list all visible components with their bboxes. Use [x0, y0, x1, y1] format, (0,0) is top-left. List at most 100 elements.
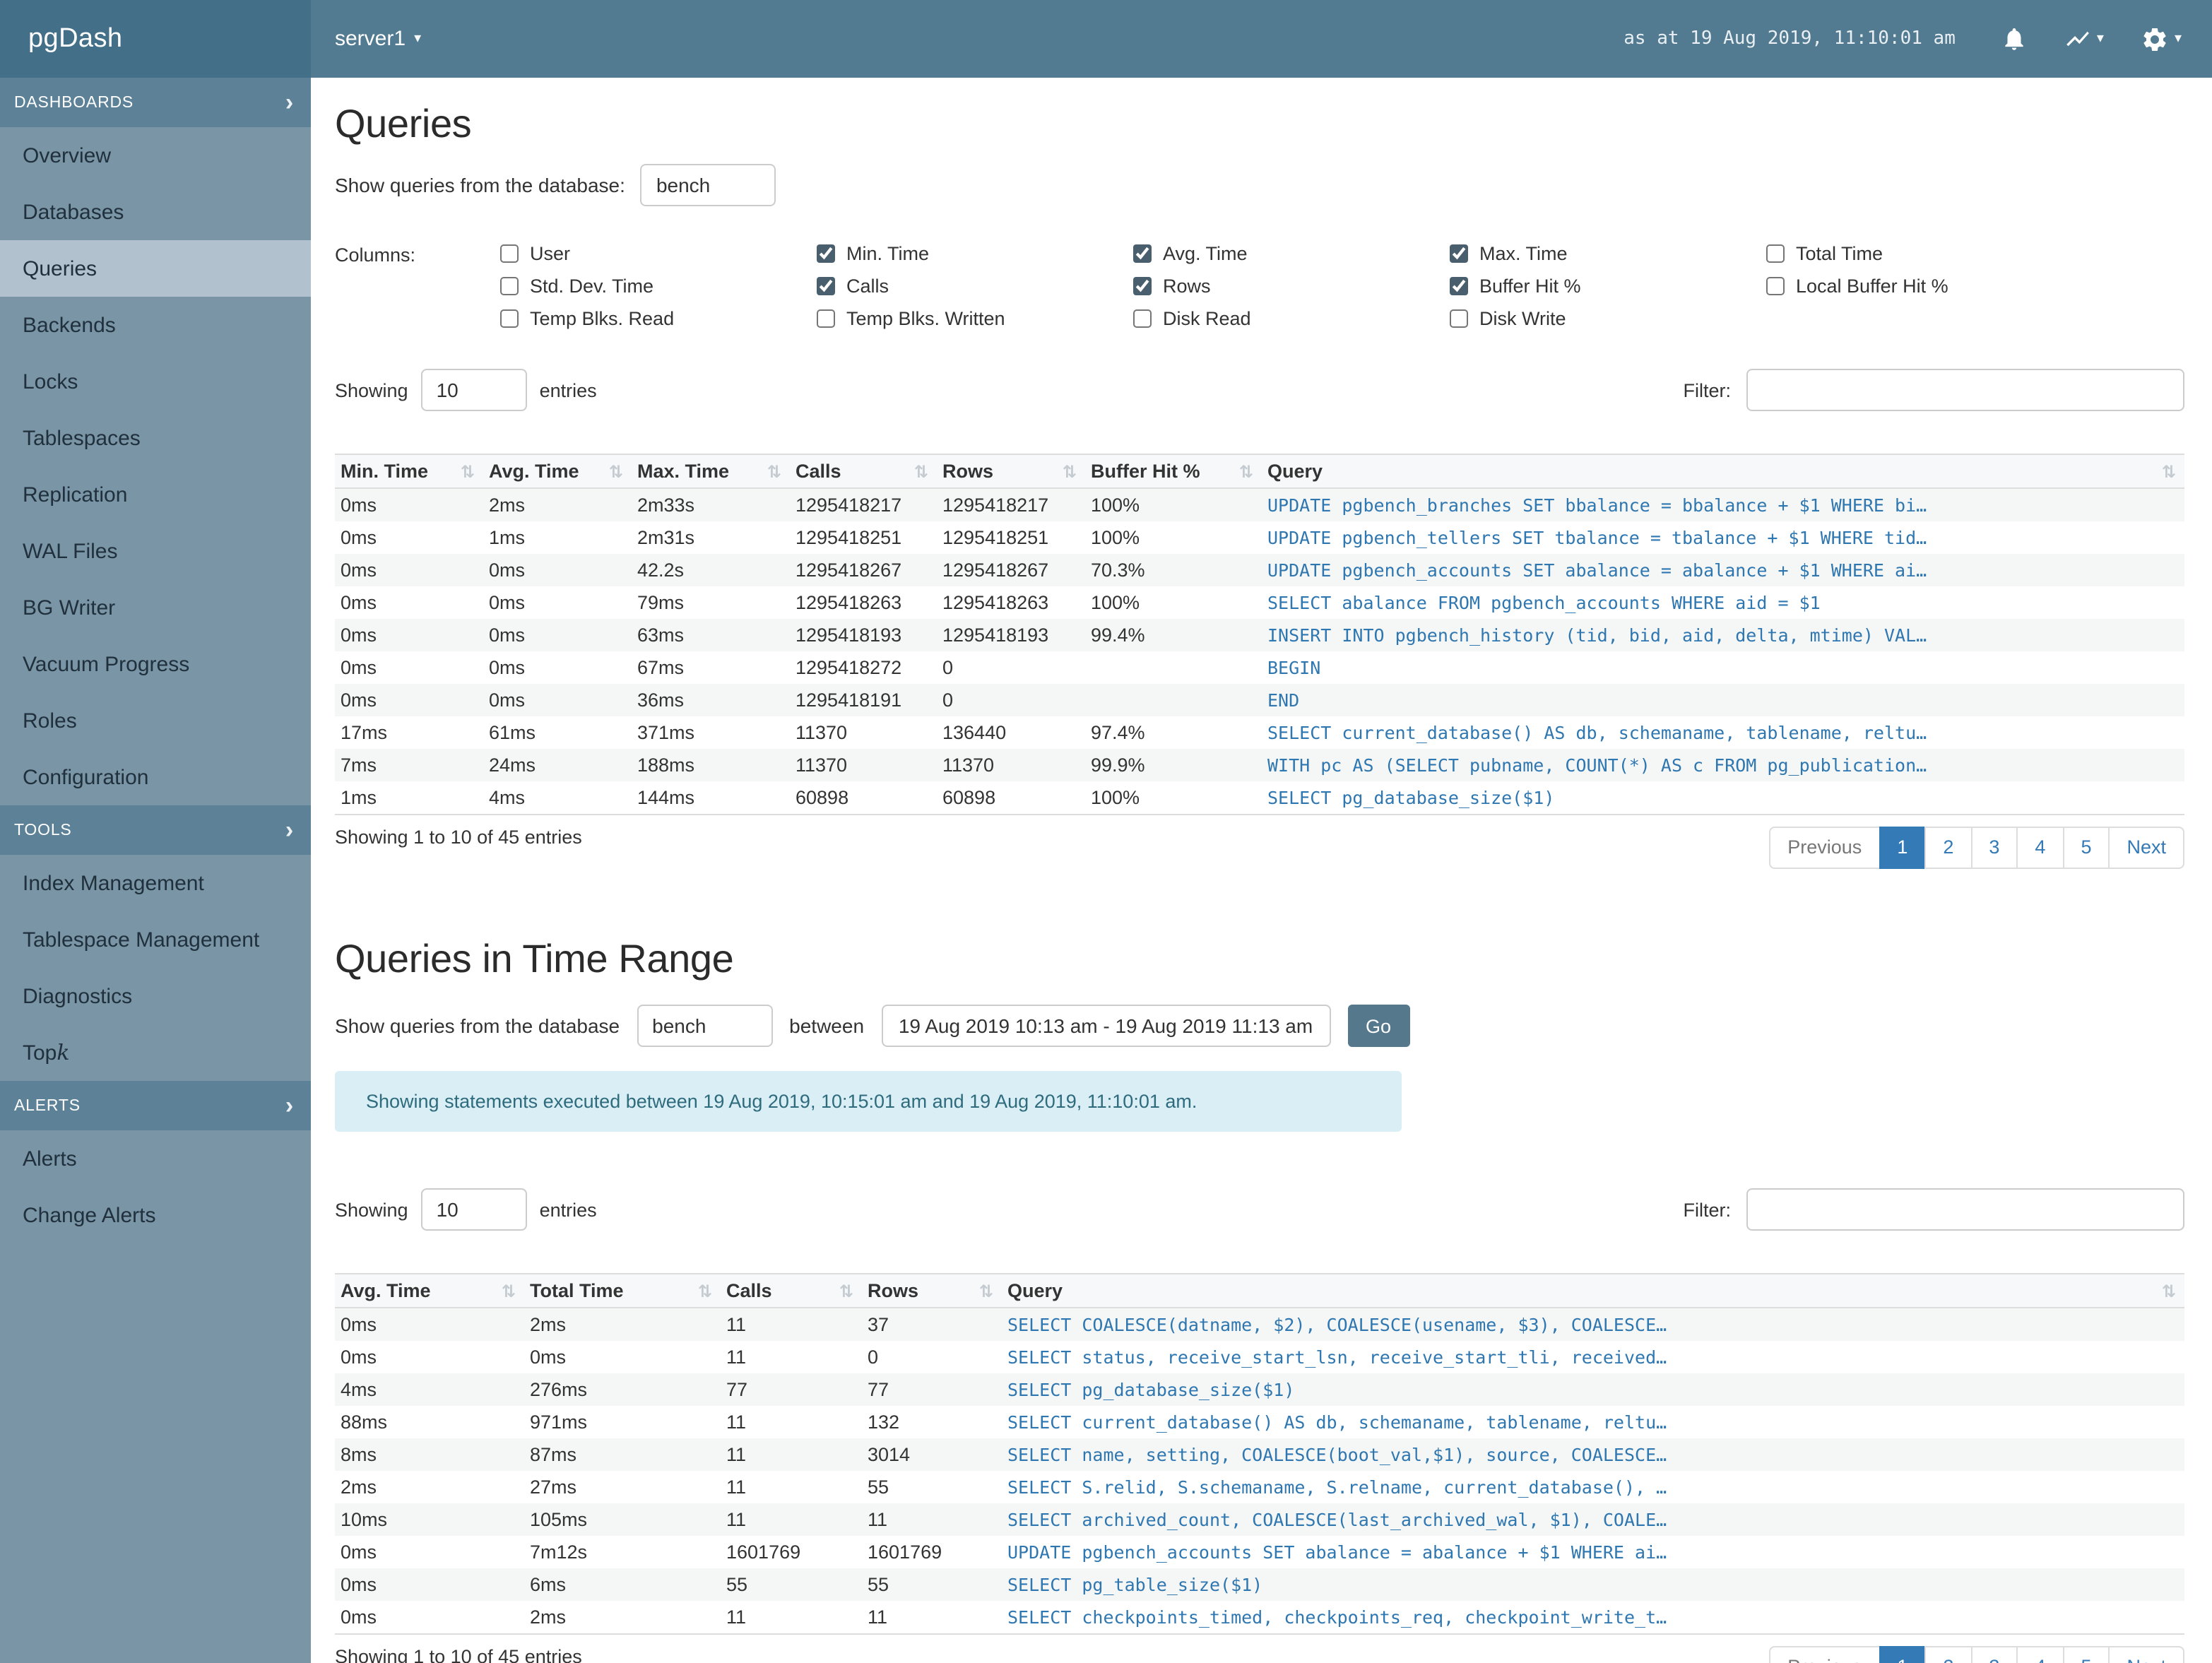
column-toggle-std-dev-time[interactable]: Std. Dev. Time [500, 276, 817, 297]
query-link[interactable]: END [1267, 690, 1299, 711]
column-toggle-temp-blks-read[interactable]: Temp Blks. Read [500, 308, 817, 329]
pagination-page-4[interactable]: 4 [2016, 827, 2064, 870]
column-toggle-buffer-hit[interactable]: Buffer Hit % [1450, 276, 1766, 297]
query-cell[interactable]: WITH pc AS (SELECT pubname, COUNT(*) AS … [1262, 749, 2184, 781]
query-link[interactable]: SELECT COALESCE(datname, $2), COALESCE(u… [1007, 1314, 1667, 1335]
sidebar-item-index-management[interactable]: Index Management [0, 855, 311, 911]
entries-select[interactable] [420, 1188, 527, 1231]
column-header-query[interactable]: Query ⇅ [1002, 1273, 2184, 1309]
pagination-page-4[interactable]: 4 [2016, 1646, 2064, 1663]
sidebar-section-dashboards[interactable]: DASHBOARDS › [0, 78, 311, 127]
query-link[interactable]: SELECT abalance FROM pgbench_accounts WH… [1267, 592, 1821, 613]
sidebar-item-vacuum-progress[interactable]: Vacuum Progress [0, 636, 311, 692]
query-link[interactable]: SELECT archived_count, COALESCE(last_arc… [1007, 1509, 1667, 1530]
column-checkbox[interactable] [1450, 309, 1468, 328]
column-toggle-avg-time[interactable]: Avg. Time [1133, 243, 1450, 264]
column-checkbox[interactable] [1133, 277, 1152, 295]
query-link[interactable]: SELECT current_database() AS db, scheman… [1267, 722, 1927, 743]
column-checkbox[interactable] [1766, 277, 1785, 295]
query-cell[interactable]: SELECT name, setting, COALESCE(boot_val,… [1002, 1438, 2184, 1471]
column-header-buffer-hit[interactable]: Buffer Hit % ⇅ [1085, 454, 1262, 489]
column-checkbox[interactable] [1133, 244, 1152, 263]
query-cell[interactable]: SELECT pg_table_size($1) [1002, 1568, 2184, 1601]
query-link[interactable]: SELECT current_database() AS db, scheman… [1007, 1412, 1667, 1433]
pagination-previous[interactable]: Previous [1769, 827, 1881, 870]
column-checkbox[interactable] [817, 277, 835, 295]
query-cell[interactable]: SELECT current_database() AS db, scheman… [1002, 1406, 2184, 1438]
column-toggle-local-buffer-hit[interactable]: Local Buffer Hit % [1766, 276, 2083, 297]
query-link[interactable]: UPDATE pgbench_accounts SET abalance = a… [1267, 560, 1927, 581]
column-checkbox[interactable] [817, 244, 835, 263]
query-cell[interactable]: BEGIN [1262, 651, 2184, 684]
column-header-total-time[interactable]: Total Time ⇅ [524, 1273, 721, 1309]
column-toggle-rows[interactable]: Rows [1133, 276, 1450, 297]
pagination-page-1[interactable]: 1 [1879, 827, 1927, 870]
query-cell[interactable]: UPDATE pgbench_tellers SET tbalance = tb… [1262, 521, 2184, 554]
sidebar-item-databases[interactable]: Databases [0, 184, 311, 240]
brand-logo[interactable]: pgDash [0, 0, 311, 78]
query-cell[interactable]: SELECT S.relid, S.schemaname, S.relname,… [1002, 1471, 2184, 1503]
query-cell[interactable]: UPDATE pgbench_accounts SET abalance = a… [1262, 554, 2184, 586]
sidebar-section-tools[interactable]: TOOLS › [0, 805, 311, 855]
column-toggle-temp-blks-written[interactable]: Temp Blks. Written [817, 308, 1133, 329]
database-input[interactable] [640, 164, 776, 206]
sidebar-item-tablespaces[interactable]: Tablespaces [0, 410, 311, 466]
query-link[interactable]: INSERT INTO pgbench_history (tid, bid, a… [1267, 625, 1927, 646]
column-header-avg-time[interactable]: Avg. Time ⇅ [335, 1273, 524, 1309]
pagination-next[interactable]: Next [2108, 827, 2184, 870]
sidebar-item-overview[interactable]: Overview [0, 127, 311, 184]
entries-select[interactable] [420, 369, 527, 411]
query-link[interactable]: SELECT name, setting, COALESCE(boot_val,… [1007, 1444, 1667, 1465]
query-link[interactable]: SELECT pg_database_size($1) [1267, 787, 1554, 808]
sidebar-item-backends[interactable]: Backends [0, 297, 311, 353]
query-cell[interactable]: SELECT current_database() AS db, scheman… [1262, 716, 2184, 749]
date-range-input[interactable] [881, 1005, 1331, 1048]
sidebar-section-alerts[interactable]: ALERTS › [0, 1081, 311, 1130]
column-header-min-time[interactable]: Min. Time ⇅ [335, 454, 483, 489]
query-cell[interactable]: INSERT INTO pgbench_history (tid, bid, a… [1262, 619, 2184, 651]
pagination-page-5[interactable]: 5 [2062, 827, 2110, 870]
query-link[interactable]: UPDATE pgbench_tellers SET tbalance = tb… [1267, 527, 1927, 548]
server-selector[interactable]: server1 ▾ [335, 27, 421, 51]
pagination-page-1[interactable]: 1 [1879, 1646, 1927, 1663]
sidebar-item-locks[interactable]: Locks [0, 353, 311, 410]
query-cell[interactable]: END [1262, 684, 2184, 716]
query-link[interactable]: BEGIN [1267, 657, 1320, 678]
filter-input[interactable] [1746, 369, 2184, 411]
go-button[interactable]: Go [1347, 1005, 1410, 1048]
query-link[interactable]: SELECT status, receive_start_lsn, receiv… [1007, 1347, 1667, 1368]
column-header-calls[interactable]: Calls ⇅ [790, 454, 937, 489]
notifications-bell-icon[interactable] [2001, 25, 2028, 52]
query-cell[interactable]: SELECT status, receive_start_lsn, receiv… [1002, 1341, 2184, 1373]
query-link[interactable]: SELECT pg_table_size($1) [1007, 1574, 1262, 1595]
sidebar-item-configuration[interactable]: Configuration [0, 749, 311, 805]
pagination-page-5[interactable]: 5 [2062, 1646, 2110, 1663]
sidebar-item-queries[interactable]: Queries [0, 240, 311, 297]
charts-menu[interactable]: ▾ [2064, 25, 2104, 52]
sidebar-item-change-alerts[interactable]: Change Alerts [0, 1187, 311, 1243]
query-cell[interactable]: SELECT abalance FROM pgbench_accounts WH… [1262, 586, 2184, 619]
column-toggle-disk-read[interactable]: Disk Read [1133, 308, 1450, 329]
sidebar-item-wal-files[interactable]: WAL Files [0, 523, 311, 579]
column-checkbox[interactable] [500, 309, 519, 328]
column-header-rows[interactable]: Rows ⇅ [862, 1273, 1002, 1309]
column-header-max-time[interactable]: Max. Time ⇅ [632, 454, 790, 489]
sidebar-item-diagnostics[interactable]: Diagnostics [0, 968, 311, 1024]
query-link[interactable]: UPDATE pgbench_accounts SET abalance = a… [1007, 1541, 1667, 1563]
sidebar-item-roles[interactable]: Roles [0, 692, 311, 749]
pagination-next[interactable]: Next [2108, 1646, 2184, 1663]
query-cell[interactable]: SELECT COALESCE(datname, $2), COALESCE(u… [1002, 1308, 2184, 1341]
column-checkbox[interactable] [1766, 244, 1785, 263]
column-header-calls[interactable]: Calls ⇅ [721, 1273, 862, 1309]
column-checkbox[interactable] [500, 244, 519, 263]
pagination-previous[interactable]: Previous [1769, 1646, 1881, 1663]
query-cell[interactable]: SELECT archived_count, COALESCE(last_arc… [1002, 1503, 2184, 1536]
sidebar-item-alerts[interactable]: Alerts [0, 1130, 311, 1187]
query-cell[interactable]: SELECT pg_database_size($1) [1262, 781, 2184, 815]
query-link[interactable]: SELECT S.relid, S.schemaname, S.relname,… [1007, 1476, 1667, 1498]
column-header-query[interactable]: Query ⇅ [1262, 454, 2184, 489]
query-cell[interactable]: UPDATE pgbench_branches SET bbalance = b… [1262, 488, 2184, 521]
column-toggle-disk-write[interactable]: Disk Write [1450, 308, 1766, 329]
column-toggle-user[interactable]: User [500, 243, 817, 264]
pagination-page-2[interactable]: 2 [1924, 1646, 1973, 1663]
